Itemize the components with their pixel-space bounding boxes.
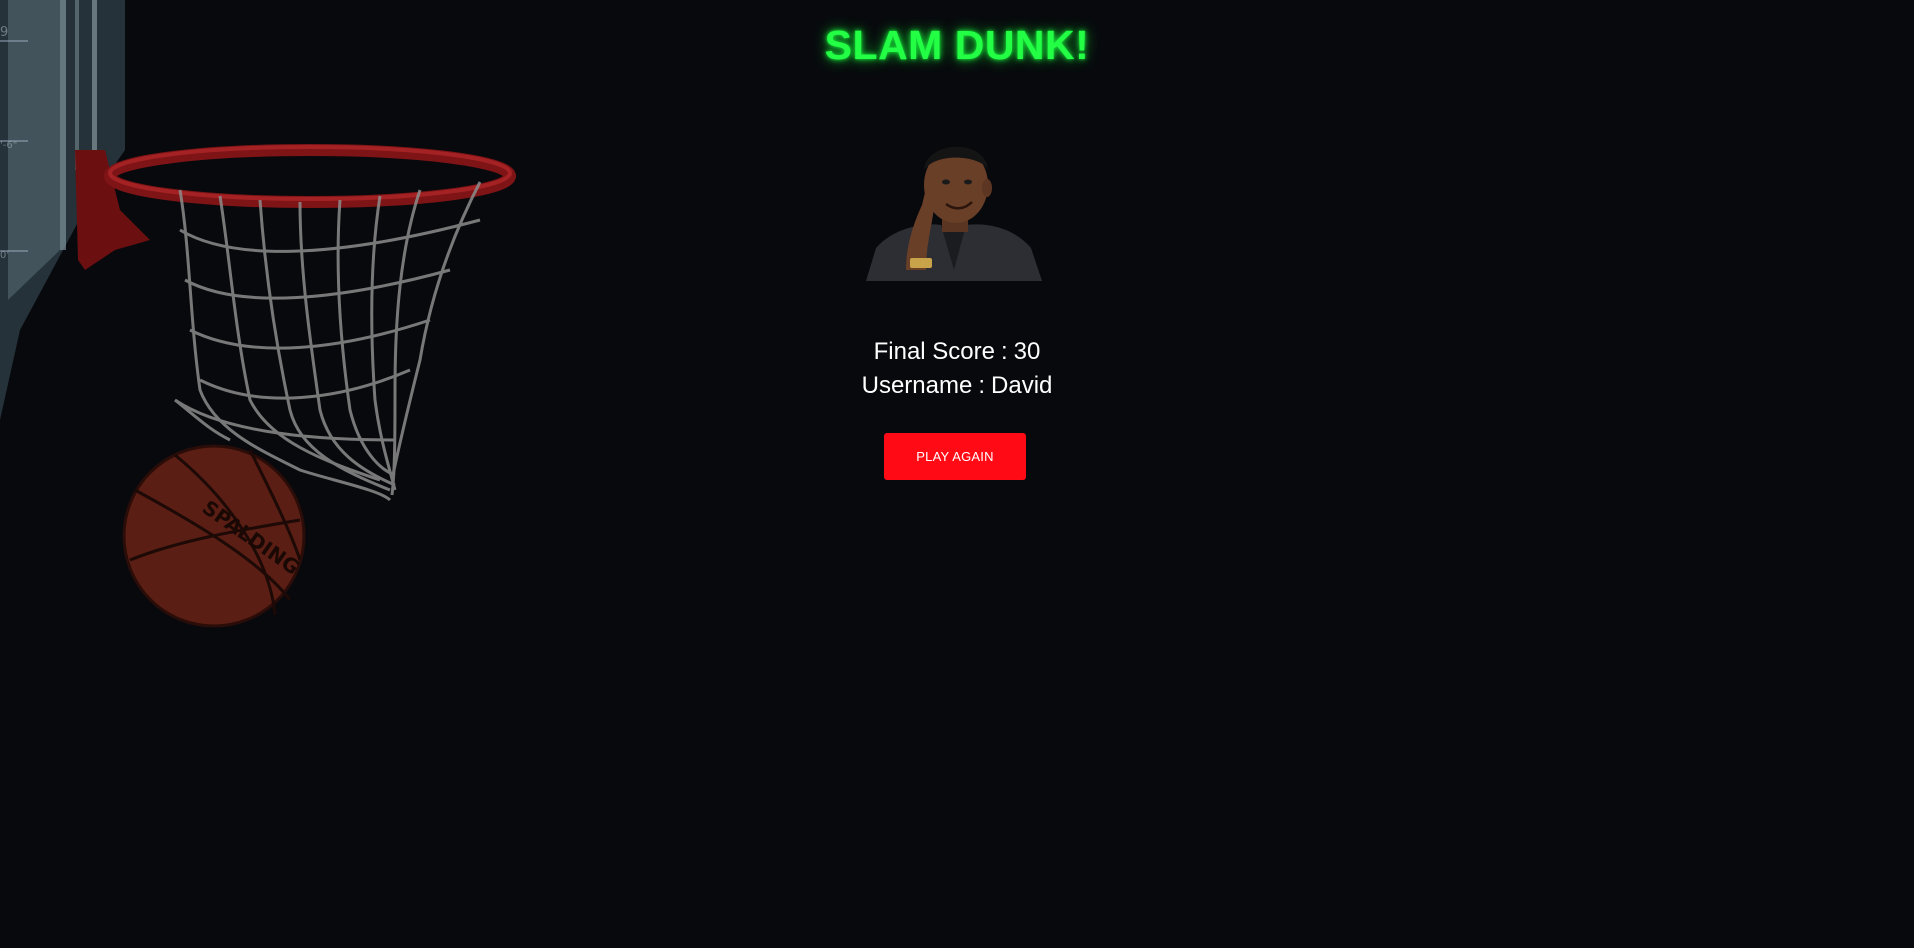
score-summary: Final Score:30 Username: David	[0, 335, 1914, 403]
play-again-button[interactable]: PLAY AGAIN	[884, 433, 1026, 480]
final-score-label: Final Score	[873, 338, 995, 365]
game-over-screen: 9 '-6" 0' SPALDING SLAM DUNK! Final Scor…	[0, 0, 1914, 948]
basketball-icon: SPALDING	[122, 444, 306, 628]
svg-text:'-6": '-6"	[0, 140, 17, 151]
final-score-value: 30	[1013, 338, 1041, 365]
username-separator: :	[978, 372, 986, 399]
hoop-illustration: 9 '-6" 0' SPALDING	[0, 0, 516, 628]
final-score-line: Final Score:30	[0, 335, 1914, 369]
final-score-separator: :	[1001, 338, 1008, 365]
basketball-hoop-icon	[75, 144, 516, 270]
svg-text:SPALDING: SPALDING	[198, 495, 304, 579]
player-avatar	[866, 130, 1042, 281]
avatar-portrait-icon	[866, 130, 1042, 281]
username-label: Username	[861, 372, 973, 399]
svg-text:0': 0'	[0, 250, 9, 261]
username-value: David	[991, 372, 1053, 399]
game-title: SLAM DUNK!	[824, 22, 1090, 68]
username-line: Username: David	[0, 369, 1914, 403]
